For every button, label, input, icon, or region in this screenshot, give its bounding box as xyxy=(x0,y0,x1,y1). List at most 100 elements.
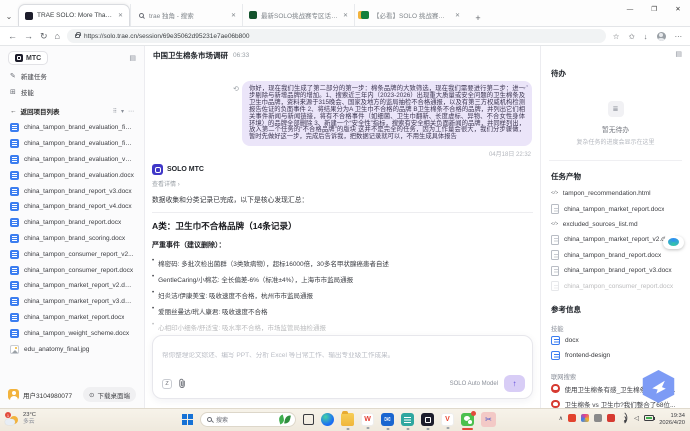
volume-icon[interactable]: ◁ xyxy=(634,414,639,422)
output-item[interactable]: china_tampon_market_report.docx xyxy=(541,201,690,216)
file-row[interactable]: china_tampon_consumer_report_v2... xyxy=(0,246,144,262)
file-explorer-icon[interactable] xyxy=(341,413,354,426)
file-row[interactable]: china_tampon_brand_evaluation_v2... xyxy=(0,152,144,168)
browser-profile-avatar[interactable] xyxy=(657,32,666,41)
tab-search-chevron-icon[interactable]: ⌄ xyxy=(0,6,18,26)
edge-app-icon[interactable] xyxy=(321,413,334,426)
wifi-icon[interactable] xyxy=(620,415,629,422)
view-caret-icon[interactable]: ▾ xyxy=(121,108,124,115)
mail-app-icon[interactable]: ✉ xyxy=(381,413,394,426)
skill-item[interactable]: docx xyxy=(541,333,690,348)
v-app-icon[interactable]: V xyxy=(441,413,454,426)
file-row[interactable]: china_tampon_market_report_v2.docx xyxy=(0,278,144,294)
send-button[interactable]: ↑ xyxy=(504,375,525,392)
snip-tool-icon[interactable]: ✂ xyxy=(481,412,496,427)
tab-trae-solo[interactable]: TRAE SOLO: More Than Coding ✕ xyxy=(18,4,130,26)
tab-close-icon[interactable]: ✕ xyxy=(118,12,123,19)
section-subheading: 严重事件（建议删除）： xyxy=(152,240,533,250)
browser-menu-icon[interactable]: ⋯ xyxy=(675,32,683,41)
downloads-icon[interactable]: ↓ xyxy=(644,32,648,41)
file-row[interactable]: china_tampon_market_report_v3.docx xyxy=(0,294,144,310)
file-row[interactable]: china_tampon_brand_evaluation_fin... xyxy=(0,136,144,152)
file-row[interactable]: china_tampon_brand_evaluation_fin... xyxy=(0,120,144,136)
notes-app-icon[interactable] xyxy=(401,413,414,426)
file-row[interactable]: edu_anatomy_final.jpg xyxy=(0,341,144,357)
collections-icon[interactable]: ✩ xyxy=(628,32,634,41)
tray-app-icon[interactable] xyxy=(607,414,615,422)
baidu-favicon xyxy=(551,400,560,408)
skill-select-icon[interactable]: Z xyxy=(162,379,172,389)
back-button[interactable]: ← xyxy=(8,31,17,41)
view-details-link[interactable]: 查看详情 › xyxy=(152,179,540,188)
file-row[interactable]: china_tampon_brand_report_v4.docx xyxy=(0,199,144,215)
tab-solo-guide[interactable]: 【必看】SOLO 挑战赛主赛道说明 ✕ xyxy=(354,4,466,26)
file-row[interactable]: china_tampon_brand_report_v3.docx xyxy=(0,183,144,199)
forward-button[interactable]: → xyxy=(24,31,33,41)
taskbar-weather-widget[interactable]: 1 23°C 多云 xyxy=(5,412,36,425)
chat-input-box[interactable]: Z SOLO Auto Model ↑ xyxy=(152,335,533,399)
system-tray: ∧ ◁ xyxy=(559,414,654,422)
taskbar-clock[interactable]: 19:34 2026/4/20 xyxy=(659,413,685,427)
tab-close-icon[interactable]: ✕ xyxy=(231,12,236,19)
section-heading: A类：卫生巾不合格品牌（14条记录） xyxy=(152,220,533,232)
window-close-button[interactable]: ✕ xyxy=(666,0,690,18)
sidebar-collapse-icon[interactable]: ▤ xyxy=(129,54,136,62)
cloud-sync-widget[interactable] xyxy=(662,232,686,253)
message-timestamp: 04月18日 22:32 xyxy=(145,149,531,158)
back-arrow-icon[interactable]: ← xyxy=(10,108,17,115)
workspace-switcher[interactable]: MTC xyxy=(8,51,48,65)
docx-file-icon xyxy=(10,297,19,306)
tab-search[interactable]: trae 独角 - 搜索 ✕ xyxy=(130,4,242,26)
file-row[interactable]: china_tampon_brand_report.docx xyxy=(0,215,144,231)
view-toggle-icon[interactable]: ⠿ xyxy=(113,108,117,115)
hidden-icons-chevron[interactable]: ∧ xyxy=(559,415,563,422)
address-bar[interactable]: https://solo.trae.cn/session/69e35062d95… xyxy=(67,29,606,43)
window-restore-button[interactable]: ❐ xyxy=(642,0,666,18)
tray-app-icon[interactable] xyxy=(568,414,576,422)
reload-button[interactable]: ↻ xyxy=(40,31,48,42)
bird-icon xyxy=(650,378,668,396)
taskbar-search-box[interactable]: 搜索 xyxy=(200,412,296,427)
file-row[interactable]: china_tampon_consumer_report.docx xyxy=(0,262,144,278)
panel-collapse-icon[interactable]: ▤ xyxy=(675,50,682,58)
finding-list: •棉密码: 多批次检出菌群（3类致病物），超标16000倍，30多名甲状腺癌患者… xyxy=(152,255,533,335)
weather-badge: 1 xyxy=(5,412,11,418)
new-tab-button[interactable]: + xyxy=(470,10,486,26)
tray-app-icon[interactable] xyxy=(594,414,602,422)
file-row[interactable]: china_tampon_market_report.docx xyxy=(0,310,144,326)
window-minimize-button[interactable]: — xyxy=(618,0,642,18)
model-selector[interactable]: SOLO Auto Model xyxy=(450,381,498,387)
resend-icon[interactable]: ⟲ xyxy=(233,85,239,93)
tray-app-icon[interactable] xyxy=(581,414,589,422)
file-row[interactable]: china_tampon_brand_evaluation.docx xyxy=(0,167,144,183)
home-button[interactable]: ⌂ xyxy=(55,31,60,41)
file-row[interactable]: china_tampon_brand_scoring.docx xyxy=(0,231,144,247)
skill-item[interactable]: frontend-design xyxy=(541,348,690,363)
sidebar-item-skills[interactable]: ⊞ 技能 xyxy=(0,84,144,100)
output-item[interactable]: </>tampon_recommendation.html xyxy=(541,186,690,201)
user-message-bubble: ⤢ 你好，现在我们生成了第二部分的第一步：棉条品牌的大致筛选，现在我们需要进行第… xyxy=(242,81,532,146)
user-account[interactable]: 用户3104980077 xyxy=(8,389,72,400)
chat-input[interactable] xyxy=(162,352,523,359)
output-item[interactable]: china_tampon_brand_report_v3.docx xyxy=(541,263,690,278)
favorite-star-icon[interactable]: ☆ xyxy=(613,32,620,41)
expand-icon[interactable]: ⤢ xyxy=(524,85,528,92)
sidebar-item-new-task[interactable]: ✎ 新建任务 xyxy=(0,68,144,84)
trae-app-icon[interactable] xyxy=(421,413,434,426)
wps-app-icon[interactable]: W xyxy=(361,413,374,426)
wechat-app-icon[interactable] xyxy=(461,413,474,426)
output-item[interactable]: china_tampon_consumer_report.docx xyxy=(541,278,690,293)
tab-close-icon[interactable]: ✕ xyxy=(455,12,460,19)
project-more-icon[interactable]: ⋯ xyxy=(128,108,134,115)
output-item[interactable]: </>excluded_sources_list.md xyxy=(541,217,690,232)
session-title: 中国卫生棉条市场调研 xyxy=(153,50,228,61)
download-desktop-button[interactable]: ⊙ 下载桌面端 xyxy=(83,387,136,402)
tab-solo-forum[interactable]: 最新SOLO挑战赛专区话题 - TRAE ✕ xyxy=(242,4,354,26)
file-row[interactable]: china_tampon_weight_scheme.docx xyxy=(0,325,144,341)
attachment-icon[interactable] xyxy=(178,378,187,389)
task-view-button[interactable] xyxy=(303,414,314,425)
start-button[interactable] xyxy=(182,414,193,425)
tab-close-icon[interactable]: ✕ xyxy=(343,12,348,19)
back-to-projects-label[interactable]: 返回项目列表 xyxy=(21,106,60,116)
battery-icon[interactable] xyxy=(644,415,654,421)
